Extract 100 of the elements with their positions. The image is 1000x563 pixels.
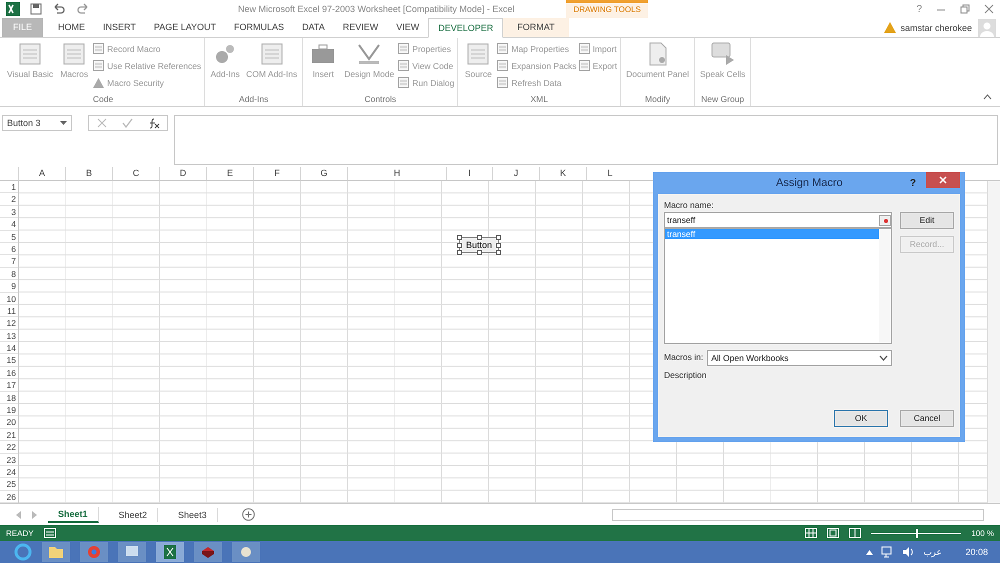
ribbon-tab[interactable]: FORMULAS [225,18,294,37]
row-header[interactable]: 26 [0,490,18,504]
help-button[interactable]: ? [916,4,922,14]
row-header[interactable]: 3 [0,206,18,218]
function-icon[interactable] [148,118,160,128]
add-sheet-icon[interactable] [242,508,255,521]
ribbon-tab[interactable]: INSERT [94,18,145,37]
column-header[interactable]: I [446,167,492,180]
clock[interactable]: 20:08 [965,547,988,557]
column-header[interactable]: H [347,167,446,180]
macros-in-dropdown[interactable]: All Open Workbooks [707,350,892,366]
speech-bubble-icon [710,41,736,67]
row-header[interactable]: 7 [0,255,18,268]
column-header[interactable]: G [300,167,347,180]
box-icon[interactable] [194,542,222,562]
column-header[interactable]: K [539,167,586,180]
group-label: Code [92,94,114,106]
app-icon[interactable] [118,542,146,562]
help-button[interactable]: ? [910,178,916,188]
column-header[interactable]: B [65,167,112,180]
macro-record-icon[interactable] [44,528,56,538]
save-icon[interactable] [30,3,42,15]
restore-icon[interactable] [960,4,970,14]
row-header[interactable]: 1 [0,181,18,194]
row-header[interactable]: 16 [0,366,18,380]
cancel-button[interactable]: Cancel [900,410,954,427]
document-icon [497,43,508,54]
column-header[interactable]: A [18,167,65,180]
macro-name-field[interactable]: transeff [664,212,892,228]
document-icon [398,43,410,54]
list-scrollbar[interactable] [879,229,891,343]
row-header[interactable]: 17 [0,379,18,392]
context-tab-group-label: DRAWING TOOLS [566,0,648,18]
ribbon-tab[interactable]: PAGE LAYOUT [144,18,226,37]
row-header[interactable]: 2 [0,193,18,206]
page-break-icon[interactable] [849,528,862,538]
vertical-scrollbar[interactable] [987,181,1000,504]
column-header[interactable]: E [206,167,253,180]
group-label: XML [530,94,549,106]
horizontal-scrollbar[interactable] [612,508,984,520]
row-header[interactable]: 9 [0,280,18,293]
ribbon-tab[interactable]: DEVELOPER [428,18,504,38]
dropdown-arrow-icon[interactable] [60,121,67,125]
column-header[interactable]: D [159,167,206,180]
ribbon-tab[interactable]: VIEW [387,18,428,37]
column-header[interactable]: C [112,167,159,180]
row-header[interactable]: 18 [0,392,18,404]
row-header[interactable]: 22 [0,441,18,454]
sheet-tab[interactable]: Sheet3 [168,508,218,522]
column-header[interactable]: J [492,167,539,180]
ribbon-tab[interactable]: HOME [49,18,94,37]
row-header[interactable]: 24 [0,466,18,478]
row-header[interactable]: 8 [0,268,18,280]
excel-icon[interactable] [156,542,184,562]
row-header[interactable]: 13 [0,330,18,342]
ribbon-tab[interactable]: REVIEW [334,18,388,37]
group-label: New Group [700,94,746,106]
row-header[interactable]: 11 [0,304,18,318]
row-header[interactable]: 6 [0,242,18,256]
undo-icon[interactable] [52,3,66,15]
row-header[interactable]: 5 [0,230,18,243]
row-header[interactable]: 19 [0,404,18,416]
row-header[interactable]: 12 [0,317,18,330]
form-button[interactable]: Button [459,237,499,253]
sheet-tab[interactable]: Sheet2 [108,508,158,522]
dialog-button[interactable]: Edit [900,212,954,229]
row-header[interactable]: 25 [0,478,18,491]
redo-icon[interactable] [76,3,90,15]
user-name[interactable]: samstar cherokee [900,22,972,32]
column-header[interactable]: L [586,167,633,180]
row-header[interactable]: 21 [0,428,18,442]
zoom-level[interactable]: 100 % [971,528,994,538]
formula-field[interactable] [174,115,998,165]
collapse-dialog-icon[interactable] [879,214,891,226]
ok-button[interactable]: OK [834,410,888,427]
row-header[interactable]: 15 [0,354,18,367]
document-icon [578,43,590,54]
ribbon-tab[interactable]: DATA [293,18,334,37]
tray-arrow-icon[interactable] [866,550,874,554]
normal-view-icon[interactable] [805,528,818,538]
close-button[interactable] [926,172,960,188]
row-header[interactable]: 20 [0,416,18,429]
page-layout-icon[interactable] [827,528,840,538]
row-header[interactable]: 14 [0,342,18,354]
volume-icon[interactable] [902,546,916,558]
ribbon-tab[interactable]: FORMAT [503,18,569,37]
document-icon [17,41,44,67]
paint-icon[interactable] [232,542,260,562]
check-icon[interactable] [122,118,132,128]
network-icon[interactable] [881,546,894,558]
close-icon[interactable] [984,4,994,14]
name-box[interactable]: Button 3 [2,115,72,131]
row-header[interactable]: 4 [0,218,18,231]
language-indicator[interactable]: عرب [923,547,942,557]
sheet-tab[interactable]: Sheet1 [48,506,99,522]
collapse-ribbon-icon[interactable] [983,94,992,100]
row-header[interactable]: 10 [0,292,18,305]
row-header[interactable]: 23 [0,454,18,466]
column-header[interactable]: F [253,167,300,180]
window-title: New Microsoft Excel 97-2003 Worksheet [Compatibility Mode] - Excel [238,4,514,14]
